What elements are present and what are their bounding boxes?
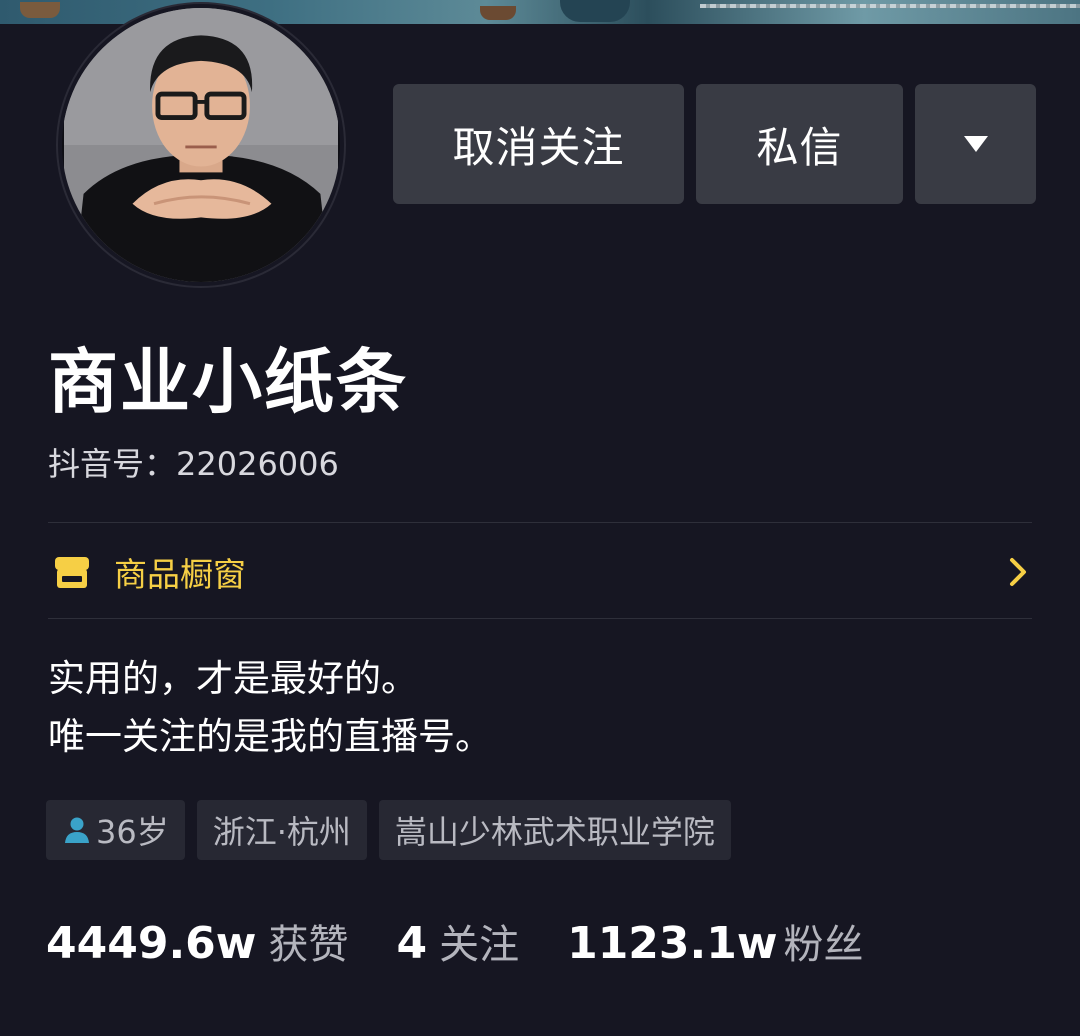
age-label: 36岁 (96, 813, 169, 851)
triangle-down-icon (963, 136, 988, 152)
location-tag: 浙江·杭州 (196, 800, 367, 860)
avatar-photo (64, 8, 338, 282)
profile-stats: 4449.6w 获赞 4 关注 1123.1w 粉丝 (46, 912, 912, 970)
likes-count: 4449.6w (46, 918, 257, 969)
profile-tags: 36岁 浙江·杭州 嵩山少林武术职业学院 (46, 800, 731, 860)
following-stat[interactable]: 4 关注 (396, 912, 519, 970)
profile-name: 商业小纸条 (48, 341, 408, 423)
douyin-id: 抖音号：22026006 (48, 445, 339, 483)
bio-line: 唯一关注的是我的直播号。 (48, 715, 492, 758)
avatar[interactable] (58, 4, 344, 286)
shop-window-icon (55, 557, 89, 588)
divider (48, 522, 1032, 523)
chevron-right-icon (1010, 558, 1026, 586)
bio-line: 实用的，才是最好的。 (48, 657, 418, 700)
cover-pier (700, 4, 1080, 8)
following-count: 4 (396, 918, 428, 969)
person-icon (65, 817, 89, 843)
shop-window-row[interactable]: 商品橱窗 (48, 532, 1032, 612)
profile-page: 取消关注 私信 商业小纸条 抖音号：22026006 商品橱窗 实用的，才是最好… (0, 0, 1080, 1036)
unfollow-button[interactable]: 取消关注 (393, 84, 684, 204)
bio: 实用的，才是最好的。 唯一关注的是我的直播号。 (48, 650, 492, 766)
shop-window-label: 商品橱窗 (114, 555, 246, 594)
followers-label: 粉丝 (783, 922, 864, 968)
likes-stat[interactable]: 4449.6w 获赞 (46, 912, 348, 970)
age-tag: 36岁 (46, 800, 185, 860)
followers-stat[interactable]: 1123.1w 粉丝 (567, 912, 863, 970)
school-tag: 嵩山少林武术职业学院 (378, 800, 731, 860)
followers-count: 1123.1w (567, 918, 778, 969)
cover-boat (480, 6, 516, 20)
cover-boat (560, 0, 630, 22)
likes-label: 获赞 (268, 922, 349, 968)
message-button[interactable]: 私信 (696, 84, 903, 204)
more-options-button[interactable] (915, 84, 1036, 204)
following-label: 关注 (439, 922, 520, 968)
divider (48, 618, 1032, 619)
cover-boat (20, 2, 60, 18)
